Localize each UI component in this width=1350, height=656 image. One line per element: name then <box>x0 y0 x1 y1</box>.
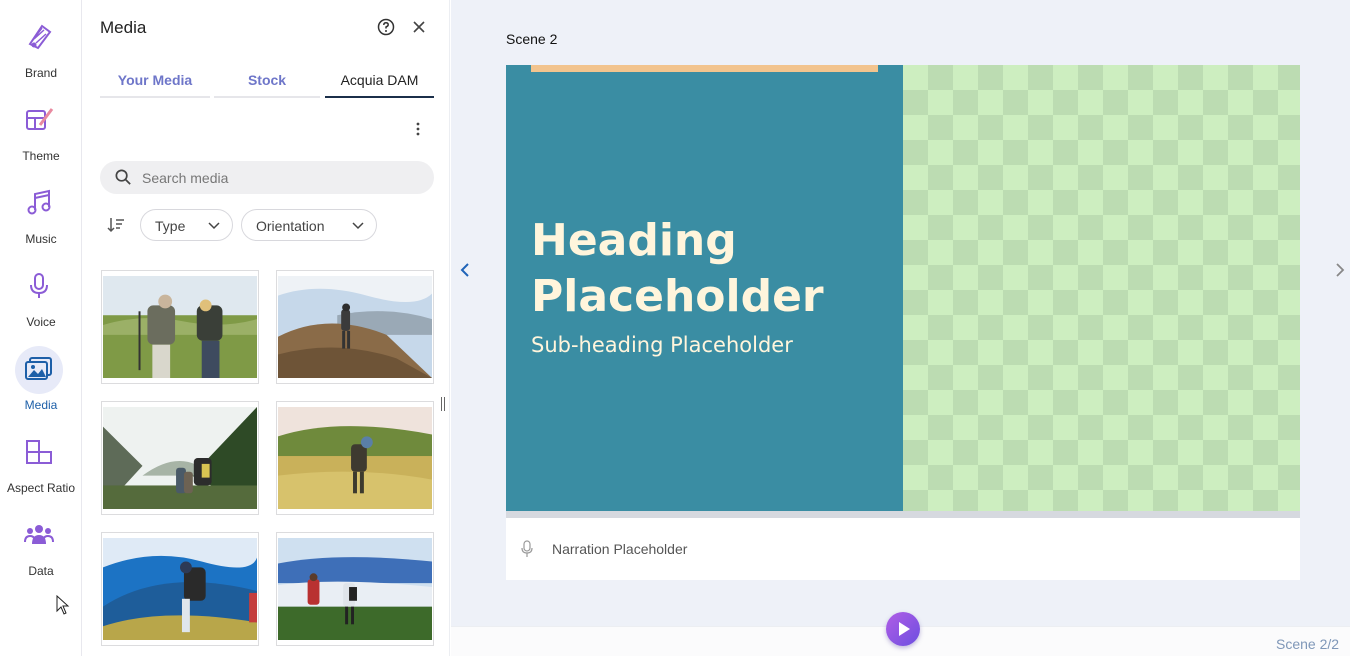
rail-label-aspect-ratio: Aspect Ratio <box>6 481 76 495</box>
chevron-left-icon[interactable] <box>458 262 472 278</box>
rail-item-brand[interactable]: Brand <box>0 0 82 80</box>
hiking-photo-image <box>278 538 432 640</box>
hiking-photo-image <box>103 276 257 378</box>
rail-label-data: Data <box>28 564 54 578</box>
slide-image-placeholder[interactable] <box>903 65 1300 511</box>
tab-acquia-dam[interactable]: Acquia DAM <box>325 62 434 98</box>
panel-resize-handle[interactable] <box>440 397 446 411</box>
microphone-icon <box>30 273 48 298</box>
play-icon <box>899 622 910 636</box>
media-panel: Media Your Media Stock Acquia DAM Type O… <box>82 0 450 656</box>
orientation-filter-label: Orientation <box>256 218 325 234</box>
close-icon[interactable] <box>410 18 428 36</box>
rail-label-theme: Theme <box>22 149 60 163</box>
panel-title: Media <box>100 18 147 37</box>
play-button[interactable] <box>886 612 920 646</box>
media-thumbnail[interactable] <box>101 270 259 384</box>
hiking-photo-image <box>278 407 432 509</box>
rail-label-music: Music <box>25 232 57 246</box>
hiking-photo-image <box>103 538 257 640</box>
slide-heading[interactable]: Heading Placeholder <box>531 213 891 325</box>
tab-your-media[interactable]: Your Media <box>100 62 210 98</box>
chevron-right-icon[interactable] <box>1333 262 1347 278</box>
media-thumbnail[interactable] <box>101 532 259 646</box>
narration-bar[interactable]: Narration Placeholder <box>506 518 1300 580</box>
scene-label: Scene 2 <box>506 31 558 47</box>
more-options-icon[interactable] <box>410 120 426 138</box>
tab-stock[interactable]: Stock <box>214 62 320 98</box>
chevron-down-icon <box>352 222 364 230</box>
slide-canvas[interactable]: Heading Placeholder Sub-heading Placehol… <box>506 65 1300 511</box>
media-tabs: Your Media Stock Acquia DAM <box>100 62 434 98</box>
rail-item-music[interactable]: Music <box>0 166 82 246</box>
slide-accent-bar <box>531 65 878 72</box>
aspect-ratio-icon <box>26 440 52 464</box>
users-icon <box>24 525 54 544</box>
search-input[interactable] <box>142 161 422 194</box>
media-thumbnail[interactable] <box>276 401 434 515</box>
slide-subheading[interactable]: Sub-heading Placeholder <box>531 333 793 357</box>
type-filter-dropdown[interactable]: Type <box>140 209 233 241</box>
left-rail: Brand Theme Music Voice Media Aspect Rat… <box>0 0 82 656</box>
media-thumbnail[interactable] <box>101 401 259 515</box>
chevron-down-icon <box>208 222 220 230</box>
media-thumbnail[interactable] <box>276 270 434 384</box>
rail-label-media: Media <box>24 398 58 412</box>
narration-text: Narration Placeholder <box>552 541 688 557</box>
media-thumbnail[interactable] <box>276 532 434 646</box>
help-icon[interactable] <box>377 18 395 36</box>
search-icon <box>115 169 131 185</box>
microphone-icon <box>521 540 533 557</box>
sort-icon[interactable] <box>106 215 126 235</box>
hiking-photo-image <box>103 407 257 509</box>
theme-brush-icon <box>26 108 54 130</box>
rail-item-voice[interactable]: Voice <box>0 249 82 329</box>
brand-swatch-icon <box>28 24 52 50</box>
rail-item-data[interactable]: Data <box>0 498 82 578</box>
type-filter-label: Type <box>155 218 186 234</box>
orientation-filter-dropdown[interactable]: Orientation <box>241 209 377 241</box>
search-bar <box>100 161 434 194</box>
music-note-icon <box>27 189 51 215</box>
rail-item-media[interactable]: Media <box>0 332 82 412</box>
image-gallery-icon <box>25 357 52 380</box>
slide-divider <box>506 511 1300 518</box>
rail-item-aspect-ratio[interactable]: Aspect Ratio <box>0 415 82 495</box>
rail-item-theme[interactable]: Theme <box>0 83 82 163</box>
rail-label-voice: Voice <box>26 315 56 329</box>
rail-label-brand: Brand <box>24 66 58 80</box>
hiking-photo-image <box>278 276 432 378</box>
scene-counter: Scene 2/2 <box>1276 636 1340 652</box>
mouse-cursor-icon <box>56 595 70 615</box>
